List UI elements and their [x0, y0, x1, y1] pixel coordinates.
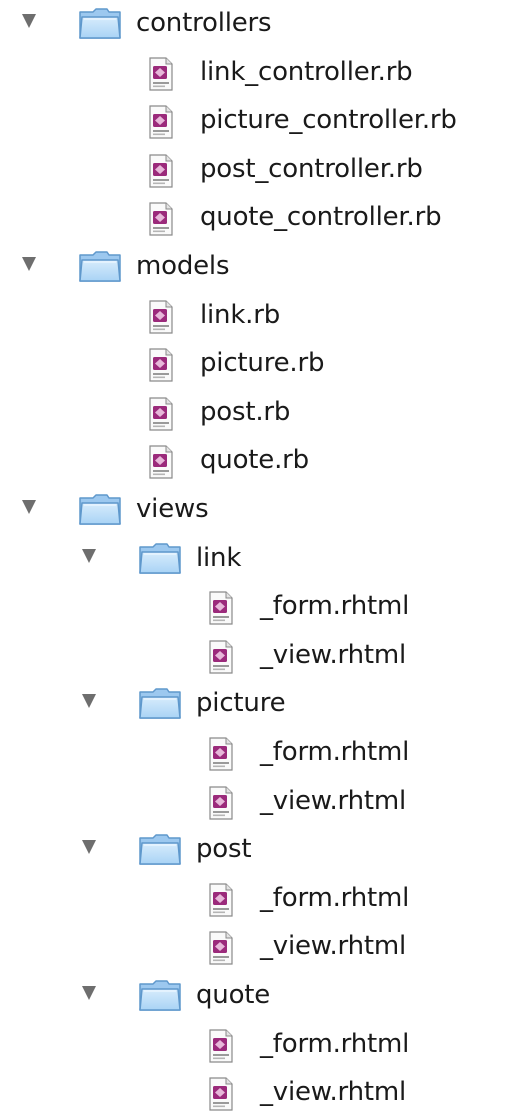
folder-icon: [139, 834, 181, 865]
tree-item-label: link.rb: [200, 299, 281, 330]
folder-icon: [79, 494, 121, 525]
disclosure-triangle-expanded-icon[interactable]: [22, 257, 36, 271]
ruby-file-icon: [209, 591, 233, 625]
folder-icon: [139, 688, 181, 720]
tree-file-controllers-link-controller-rb[interactable]: link_controller.rb: [0, 53, 519, 97]
ruby-file-icon: [209, 640, 233, 674]
tree-file-views-post-view-rhtml[interactable]: _view.rhtml: [0, 927, 519, 971]
ruby-file-icon: [149, 299, 173, 334]
disclosure-triangle-expanded-icon[interactable]: [22, 500, 36, 514]
tree-file-controllers-picture-controller-rb[interactable]: picture_controller.rb: [0, 101, 519, 145]
tree-item-label: _view.rhtml: [260, 1077, 407, 1108]
tree-file-views-link-form-rhtml[interactable]: _form.rhtml: [0, 587, 519, 631]
tree-folder-views-picture[interactable]: picture: [0, 684, 519, 728]
tree-file-views-picture-view-rhtml[interactable]: _view.rhtml: [0, 782, 519, 826]
folder-icon: [139, 980, 181, 1011]
tree-item-label: picture: [196, 688, 286, 719]
disclosure-triangle-expanded-icon[interactable]: [82, 840, 96, 855]
tree-file-views-quote-form-rhtml[interactable]: _form.rhtml: [0, 1025, 519, 1069]
ruby-file-icon: [149, 397, 173, 431]
tree-folder-views-quote[interactable]: quote: [0, 976, 519, 1020]
tree-item-label: picture.rb: [200, 348, 325, 379]
tree-item-label: _form.rhtml: [260, 591, 410, 622]
tree-item-label: _view.rhtml: [260, 785, 407, 816]
tree-item-label: _form.rhtml: [260, 882, 410, 913]
ruby-file-icon: [149, 445, 173, 479]
tree-item-label: _form.rhtml: [260, 737, 410, 767]
tree-item-label: picture_controller.rb: [200, 105, 457, 136]
tree-item-label: _form.rhtml: [260, 1028, 410, 1059]
ruby-file-icon: [209, 785, 233, 820]
ruby-file-icon: [149, 348, 173, 382]
tree-file-views-quote-view-rhtml[interactable]: _view.rhtml: [0, 1073, 519, 1117]
tree-folder-views-link[interactable]: link: [0, 539, 519, 583]
ruby-file-icon: [149, 56, 173, 91]
tree-file-models-picture-rb[interactable]: picture.rb: [0, 344, 519, 388]
disclosure-triangle-expanded-icon[interactable]: [82, 694, 96, 709]
ruby-file-icon: [209, 883, 233, 917]
disclosure-triangle-expanded-icon[interactable]: [22, 14, 36, 28]
tree-folder-models[interactable]: models: [0, 247, 519, 291]
tree-item-label: _view.rhtml: [260, 931, 407, 962]
tree-item-label: _view.rhtml: [260, 639, 407, 670]
tree-file-views-post-form-rhtml[interactable]: _form.rhtml: [0, 879, 519, 923]
tree-item-label: link: [196, 542, 242, 573]
tree-item-label: post_controller.rb: [200, 153, 423, 184]
tree-file-views-picture-form-rhtml[interactable]: _form.rhtml: [0, 733, 519, 777]
disclosure-triangle-expanded-icon[interactable]: [82, 548, 96, 563]
folder-icon: [79, 8, 121, 39]
tree-file-models-post-rb[interactable]: post.rb: [0, 393, 519, 437]
ruby-file-icon: [209, 1028, 233, 1063]
tree-item-label: quote: [196, 980, 271, 1010]
tree-file-views-link-view-rhtml[interactable]: _view.rhtml: [0, 636, 519, 680]
tree-folder-views-post[interactable]: post: [0, 830, 519, 874]
tree-item-label: models: [136, 251, 230, 281]
ruby-file-icon: [149, 154, 173, 188]
folder-icon: [79, 251, 121, 282]
tree-file-models-quote-rb[interactable]: quote.rb: [0, 441, 519, 485]
tree-item-label: views: [136, 494, 209, 524]
tree-item-label: controllers: [136, 8, 272, 38]
tree-item-label: quote_controller.rb: [200, 202, 442, 233]
ruby-file-icon: [149, 105, 173, 139]
tree-file-controllers-post-controller-rb[interactable]: post_controller.rb: [0, 150, 519, 194]
tree-item-label: link_controller.rb: [200, 56, 413, 87]
disclosure-triangle-expanded-icon[interactable]: [82, 986, 96, 1000]
ruby-file-icon: [209, 1077, 233, 1111]
tree-file-models-link-rb[interactable]: link.rb: [0, 296, 519, 340]
tree-folder-views[interactable]: views: [0, 490, 519, 534]
tree-file-controllers-quote-controller-rb[interactable]: quote_controller.rb: [0, 198, 519, 242]
tree-folder-controllers[interactable]: controllers: [0, 4, 519, 48]
tree-item-label: quote.rb: [200, 445, 309, 476]
ruby-file-icon: [209, 737, 233, 771]
ruby-file-icon: [149, 202, 173, 236]
tree-item-label: post.rb: [200, 396, 291, 427]
tree-item-label: post: [196, 834, 252, 865]
ruby-file-icon: [209, 931, 233, 965]
folder-icon: [139, 542, 181, 574]
